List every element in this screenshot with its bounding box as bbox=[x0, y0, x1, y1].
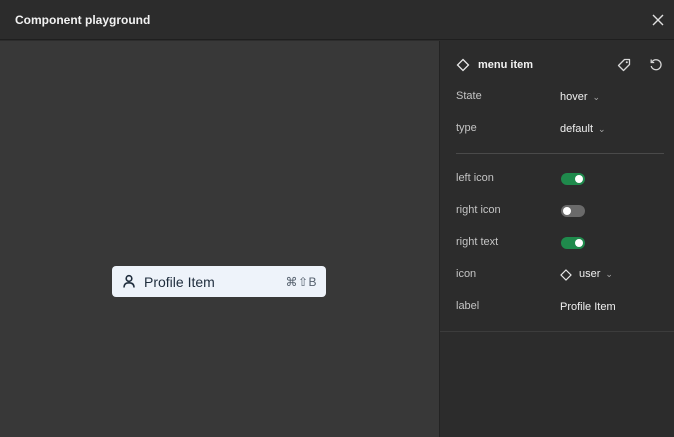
user-icon bbox=[122, 274, 136, 289]
title-bar: Component playground bbox=[0, 0, 674, 40]
right-icon-label: right icon bbox=[456, 204, 501, 216]
diamond-icon bbox=[456, 58, 470, 72]
label-input[interactable]: Profile Item bbox=[560, 301, 616, 313]
reset-icon[interactable] bbox=[648, 57, 664, 73]
menu-item-preview[interactable]: Profile Item ⌘⇧B bbox=[112, 266, 326, 297]
toggle-knob bbox=[575, 175, 583, 183]
panel-title: menu item bbox=[478, 59, 534, 71]
close-icon[interactable] bbox=[650, 12, 666, 28]
diamond-icon bbox=[560, 268, 572, 281]
label-label: label bbox=[456, 300, 480, 312]
tag-icon[interactable] bbox=[616, 57, 632, 73]
divider bbox=[456, 153, 664, 154]
menu-item-shortcut: ⌘⇧B bbox=[285, 275, 317, 289]
type-value: default bbox=[560, 123, 594, 135]
type-label: type bbox=[456, 122, 477, 134]
left-icon-label: left icon bbox=[456, 172, 494, 184]
left-icon-toggle[interactable] bbox=[561, 173, 585, 185]
state-select[interactable]: hover ⌄ bbox=[560, 91, 600, 103]
chevron-down-icon: ⌄ bbox=[592, 92, 601, 102]
toggle-knob bbox=[563, 207, 571, 215]
chevron-down-icon: ⌄ bbox=[605, 269, 613, 279]
state-label: State bbox=[456, 90, 482, 102]
state-value: hover bbox=[560, 91, 588, 103]
chevron-down-icon: ⌄ bbox=[598, 124, 606, 134]
window-title: Component playground bbox=[15, 13, 151, 27]
icon-label: icon bbox=[456, 268, 477, 280]
type-select[interactable]: default ⌄ bbox=[560, 123, 606, 135]
icon-value: user bbox=[579, 268, 601, 280]
panel-bottom-border bbox=[440, 331, 674, 332]
right-icon-toggle[interactable] bbox=[561, 205, 585, 217]
properties-panel: menu item State hover ⌄ type default ⌄ lef… bbox=[439, 41, 674, 437]
preview-canvas: Profile Item ⌘⇧B bbox=[0, 41, 439, 437]
right-text-label: right text bbox=[456, 236, 499, 248]
toggle-knob bbox=[575, 239, 583, 247]
right-text-toggle[interactable] bbox=[561, 237, 585, 249]
menu-item-label: Profile Item bbox=[144, 274, 215, 290]
